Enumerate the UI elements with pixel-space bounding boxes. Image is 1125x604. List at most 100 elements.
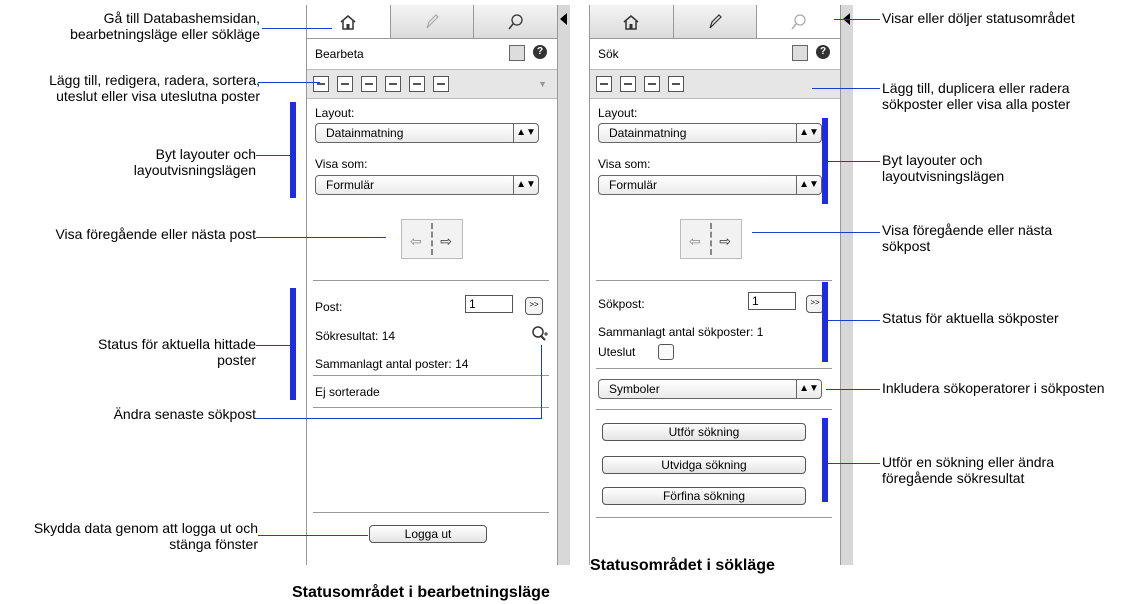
- delete-record-icon[interactable]: [385, 76, 401, 92]
- extend-find-button[interactable]: Utvidga sökning: [602, 456, 806, 474]
- home-tab[interactable]: [590, 5, 674, 38]
- find-status-panel: Sök ? Layout: Datainmatning ▲▼ Visa som: …: [589, 5, 853, 565]
- callout-line: [256, 345, 290, 346]
- total-requests: Sammanlagt antal sökposter: 1: [598, 325, 764, 339]
- collapse-triangle-icon[interactable]: [560, 13, 567, 25]
- callout-bracket: [290, 102, 296, 198]
- find-tab[interactable]: [757, 5, 841, 38]
- duplicate-record-icon[interactable]: [361, 76, 377, 92]
- help-icon[interactable]: ?: [816, 45, 830, 59]
- select-arrows-icon: ▲▼: [796, 124, 821, 142]
- view-as-select-value: Formulär: [326, 178, 375, 192]
- callout-line: [828, 161, 880, 162]
- callout-book: Visa föregående eller nästa sökpost: [882, 222, 1053, 254]
- callout-line: [826, 389, 880, 390]
- divider: [596, 368, 832, 369]
- callout-request-status: Status för aktuella sökposter: [882, 310, 1059, 326]
- layout-select[interactable]: Datainmatning ▲▼: [598, 123, 822, 143]
- mode-tabs: [590, 5, 841, 39]
- select-arrows-icon: ▲▼: [513, 124, 538, 142]
- view-as-select[interactable]: Formulär ▲▼: [315, 175, 539, 195]
- callout-line: [541, 345, 542, 419]
- mode-label: Sök: [598, 47, 619, 61]
- constrain-find-button[interactable]: Förfina sökning: [602, 487, 806, 505]
- book-help-icon[interactable]: [509, 45, 525, 61]
- callout-line: [828, 463, 880, 464]
- go-to-record-button[interactable]: >>: [525, 297, 543, 315]
- callout-mode-tabs: Gå till Databashemsidan, bearbetningsläg…: [70, 10, 260, 42]
- delete-request-icon[interactable]: [644, 76, 660, 92]
- show-all-icon[interactable]: [668, 76, 684, 92]
- pencil-icon: [426, 13, 439, 28]
- select-arrows-icon: ▲▼: [796, 176, 821, 194]
- header-icons: ?: [792, 45, 830, 61]
- callout-logout: Skydda data genom att logga ut och stäng…: [33, 520, 258, 552]
- mode-tabs: [307, 5, 557, 39]
- callout-symbols: Inkludera sökoperatorer i sökposten: [882, 380, 1105, 396]
- requests-toolbar: [590, 69, 840, 99]
- book-help-icon[interactable]: [792, 45, 808, 61]
- request-label: Sökpost:: [598, 297, 645, 311]
- layout-select-value: Datainmatning: [609, 126, 687, 140]
- show-omitted-icon[interactable]: [433, 76, 449, 92]
- callout-record-tools: Lägg till, redigera, radera, sortera, ut…: [49, 72, 260, 104]
- callout-layouts: Byt layouter och layoutvisningslägen: [882, 152, 1005, 184]
- toolbar-more-icon[interactable]: ▼: [538, 79, 547, 89]
- callout-status-toggle: Visar eller döljer statusområdet: [882, 10, 1075, 26]
- mode-label: Bearbeta: [315, 47, 364, 61]
- edit-record-icon[interactable]: [337, 76, 353, 92]
- callout-line: [256, 155, 290, 156]
- record-book-icon[interactable]: ⇦ ⇨: [401, 219, 463, 259]
- found-count: Sökresultat: 14: [315, 329, 396, 343]
- divider: [313, 280, 549, 281]
- callout-bracket: [290, 288, 296, 400]
- symbols-select[interactable]: Symboler ▲▼: [598, 379, 822, 399]
- callout-book: Visa föregående eller nästa post: [55, 226, 256, 242]
- request-number-input[interactable]: 1: [748, 292, 796, 310]
- callout-line: [812, 88, 880, 89]
- callout-modify-find: Ändra senaste sökpost: [113, 406, 256, 422]
- caption-browse-mode: Statusområdet i bearbetningsläge: [292, 584, 550, 601]
- divider: [313, 512, 549, 513]
- divider: [313, 375, 549, 376]
- new-request-icon[interactable]: [596, 76, 612, 92]
- record-label: Post:: [315, 300, 343, 314]
- layout-select-value: Datainmatning: [326, 126, 404, 140]
- magnifier-icon: [508, 13, 523, 29]
- symbols-select-value: Symboler: [609, 382, 660, 396]
- perform-find-button[interactable]: Utför sökning: [602, 423, 806, 441]
- layout-select[interactable]: Datainmatning ▲▼: [315, 123, 539, 143]
- record-number-input[interactable]: 1: [465, 295, 513, 313]
- status-toggle-bar[interactable]: [840, 5, 853, 565]
- magnifier-icon: [791, 13, 806, 29]
- select-arrows-icon: ▲▼: [513, 176, 538, 194]
- browse-tab[interactable]: [391, 5, 475, 38]
- home-tab[interactable]: [307, 5, 391, 38]
- logout-button[interactable]: Logga ut: [369, 525, 487, 543]
- callout-line: [256, 237, 386, 238]
- divider: [596, 517, 832, 518]
- omit-checkbox[interactable]: [658, 344, 674, 360]
- help-icon[interactable]: ?: [533, 45, 547, 59]
- total-records: Sammanlagt antal poster: 14: [315, 357, 469, 371]
- callout-find-actions: Utför en sökning eller ändra föregående …: [882, 454, 1054, 486]
- duplicate-request-icon[interactable]: [620, 76, 636, 92]
- layout-label: Layout:: [598, 106, 638, 120]
- callout-bracket: [822, 282, 828, 362]
- view-as-select-value: Formulär: [609, 178, 658, 192]
- callout-found-status: Status för aktuella hittade poster: [98, 336, 256, 368]
- callout-layouts: Byt layouter och layoutvisningslägen: [133, 146, 256, 178]
- home-icon: [623, 14, 639, 30]
- view-as-select[interactable]: Formulär ▲▼: [598, 175, 822, 195]
- callout-request-tools: Lägg till, duplicera eller radera sökpos…: [882, 80, 1071, 112]
- find-tab[interactable]: [474, 5, 557, 38]
- status-toggle-bar[interactable]: [557, 5, 570, 565]
- records-toolbar: ▼: [307, 69, 557, 99]
- browse-tab[interactable]: [674, 5, 758, 38]
- new-record-icon[interactable]: [313, 76, 329, 92]
- sort-icon[interactable]: [409, 76, 425, 92]
- modify-find-icon[interactable]: [531, 325, 549, 343]
- select-arrows-icon: ▲▼: [796, 380, 821, 398]
- callout-line: [752, 232, 880, 233]
- request-book-icon[interactable]: ⇦ ⇨: [680, 219, 742, 259]
